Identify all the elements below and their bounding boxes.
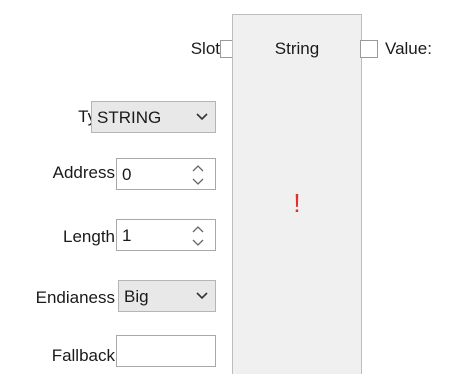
address-stepper[interactable]: 0: [116, 158, 216, 190]
value-output-port[interactable]: [360, 40, 378, 58]
value-port-label: Value:: [385, 39, 432, 58]
length-label: Length: [63, 227, 115, 246]
warning-indicator: !: [293, 188, 301, 218]
type-value: STRING: [97, 108, 162, 127]
endianess-dropdown[interactable]: Big: [118, 280, 216, 312]
endianess-value: Big: [124, 287, 149, 306]
spinner-arrows-icon[interactable]: [191, 223, 205, 249]
length-stepper[interactable]: 1: [116, 219, 216, 251]
fallback-input[interactable]: [116, 335, 216, 367]
address-value: 0: [122, 165, 132, 184]
spinner-arrows-icon[interactable]: [191, 162, 205, 188]
slot-port-label: Slot: [190, 39, 220, 58]
string-node[interactable]: String !: [232, 14, 362, 374]
chevron-down-icon: [196, 113, 208, 121]
chevron-down-icon: [196, 292, 208, 300]
address-label: Address: [52, 163, 115, 182]
length-value: 1: [122, 226, 132, 245]
node-title: String: [274, 39, 320, 58]
fallback-label: Fallback: [51, 346, 115, 365]
endianess-label: Endianess: [35, 288, 115, 307]
type-dropdown[interactable]: STRING: [91, 101, 216, 133]
